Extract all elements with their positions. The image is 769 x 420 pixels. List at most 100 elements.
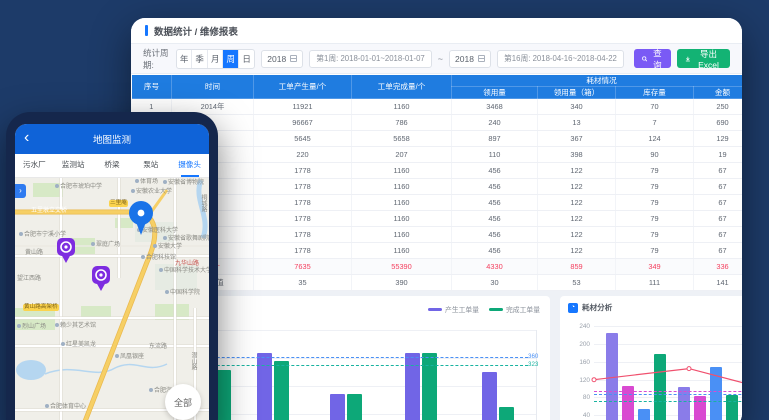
table-cell: 690 (694, 115, 743, 131)
map-label: 安徽省博物院 (163, 180, 204, 187)
bar[interactable] (499, 407, 514, 420)
total-row: 合计7635553904330859349336 (132, 259, 743, 275)
table-cell: 90 (616, 147, 694, 163)
table-row[interactable]: 96667786240137690 (132, 115, 743, 131)
map-label: 中国科学技术大学 (159, 268, 209, 275)
week-to-input[interactable]: 第16周: 2018-04-16~2018-04-22 (497, 50, 624, 68)
table-cell: 1778 (254, 243, 352, 259)
bar[interactable] (405, 353, 420, 420)
map-label: 安徽大学 (153, 244, 182, 251)
show-all-button[interactable]: 全部 (165, 384, 201, 420)
table-cell: 53 (538, 275, 616, 291)
query-button[interactable]: 查询 (634, 49, 671, 68)
period-label: 统计周期: (143, 47, 170, 71)
table-cell: 1778 (254, 227, 352, 243)
table-cell: 897 (452, 131, 538, 147)
col-time: 时间 (172, 75, 254, 99)
phone-tab-污水厂[interactable]: 污水厂 (15, 154, 54, 177)
bar[interactable] (678, 387, 690, 420)
table-row[interactable]: 2202071103989019 (132, 147, 743, 163)
bar[interactable] (330, 394, 345, 420)
export-excel-button[interactable]: 导出Excel (677, 49, 730, 68)
y-axis-tick: 240 (564, 323, 590, 330)
bar[interactable] (482, 372, 497, 420)
map-view[interactable]: 合肥市琥珀中学体育场安徽农业大学安徽省博物院桐城路三里庵五里墩立交桥合肥市宁溪小… (15, 178, 209, 420)
table-cell: 13 (538, 115, 616, 131)
bar[interactable] (606, 333, 618, 420)
reference-line (172, 357, 528, 358)
year-to-select[interactable]: 2018 (449, 50, 491, 68)
bar[interactable] (257, 353, 272, 420)
bar[interactable] (654, 354, 666, 420)
table-cell: 141 (694, 275, 743, 291)
table-row[interactable]: 177811604561227967 (132, 227, 743, 243)
map-label: 合肥体育中心 (45, 404, 86, 411)
year-from-select[interactable]: 2018 (261, 50, 303, 68)
bar[interactable] (422, 353, 437, 420)
bar[interactable] (347, 394, 362, 420)
phone-screen: ‹ 地图监测 污水厂监测站桥梁泵站摄像头 (15, 124, 209, 420)
table-row[interactable]: 177811604561227967 (132, 163, 743, 179)
table-cell: 456 (452, 227, 538, 243)
map-label: 黄山路高架桥 (23, 304, 59, 311)
table-cell: 1160 (352, 195, 452, 211)
table-cell: 859 (538, 259, 616, 275)
table-row[interactable]: 177811604561227967 (132, 179, 743, 195)
bar[interactable] (216, 370, 231, 420)
phone-tab-桥梁[interactable]: 桥梁 (93, 154, 132, 177)
gridline (594, 326, 742, 327)
segment-年[interactable]: 年 (177, 50, 193, 68)
table-cell: 55390 (352, 259, 452, 275)
table-cell: 67 (694, 211, 743, 227)
charts-section: 产生工单量 完成工单量 360 323 ◔ 耗材分析 2402001601208… (131, 291, 742, 420)
table-cell: 7635 (254, 259, 352, 275)
table-cell: 111 (616, 275, 694, 291)
bar[interactable] (726, 395, 738, 420)
consumables-plot: 2402001601208040 (560, 296, 742, 420)
bar[interactable] (638, 409, 650, 420)
phone-page-title: 地图监测 (93, 132, 131, 146)
back-icon[interactable]: ‹ (24, 127, 29, 149)
week-from-input[interactable]: 第1周: 2018-01-01~2018-01-07 (309, 50, 432, 68)
table-cell: 79 (616, 243, 694, 259)
table-cell: 220 (254, 147, 352, 163)
segment-月[interactable]: 月 (208, 50, 224, 68)
table-cell: 67 (694, 243, 743, 259)
table-row[interactable]: 177811604561227967 (132, 195, 743, 211)
chevron-expand-icon[interactable]: › (15, 184, 26, 198)
bar[interactable] (694, 396, 706, 420)
table-cell: 1160 (352, 243, 452, 259)
reference-line (594, 394, 742, 395)
table-row[interactable]: 12014年119211160346834070250 (132, 99, 743, 115)
map-label: 合肥科技馆 (141, 255, 176, 262)
col-sub-4: 金额 (694, 87, 743, 99)
map-label: 烈山广场 (17, 324, 46, 331)
phone-tab-摄像头[interactable]: 摄像头 (170, 154, 209, 177)
segment-季[interactable]: 季 (192, 50, 208, 68)
breadcrumb-accent (145, 25, 148, 36)
table-cell: 4330 (452, 259, 538, 275)
y-axis-tick: 80 (564, 394, 590, 401)
table-row[interactable]: 177811604561227967 (132, 211, 743, 227)
location-pin-icon[interactable] (127, 200, 155, 236)
axis-line (536, 330, 537, 420)
phone-tab-泵站[interactable]: 泵站 (131, 154, 170, 177)
phone-tab-监测站[interactable]: 监测站 (54, 154, 93, 177)
calendar-icon (478, 55, 485, 62)
table-cell: 1160 (352, 163, 452, 179)
table-row[interactable]: 56455658897367124129 (132, 131, 743, 147)
table-cell: 19 (694, 147, 743, 163)
bar[interactable] (274, 361, 289, 420)
range-separator: ~ (438, 54, 443, 64)
map-label: 体育场 (135, 179, 158, 186)
table-cell: 349 (616, 259, 694, 275)
breadcrumb: 数据统计 / 维修报表 (131, 18, 742, 44)
segment-日[interactable]: 日 (239, 50, 254, 68)
calendar-icon (290, 55, 297, 62)
table-cell: 67 (694, 195, 743, 211)
table-cell: 336 (694, 259, 743, 275)
segment-周[interactable]: 周 (223, 50, 239, 68)
camera-marker-icon[interactable] (55, 236, 77, 264)
table-row[interactable]: 177811604561227967 (132, 243, 743, 259)
camera-marker-icon[interactable] (90, 264, 112, 292)
